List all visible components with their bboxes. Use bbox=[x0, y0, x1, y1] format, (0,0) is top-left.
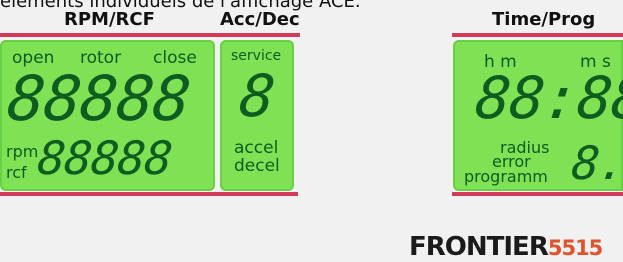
prog-readout: 8.8 bbox=[569, 136, 623, 190]
label-rpm: rpm bbox=[6, 142, 39, 161]
acc-dec-digit: 8 bbox=[236, 62, 278, 130]
logo-brand: FRONTIER bbox=[409, 232, 549, 262]
time-readout: 88:88 bbox=[472, 64, 623, 132]
accent-bar-right-top bbox=[452, 33, 623, 37]
accent-bar-left-bottom bbox=[0, 192, 298, 196]
header-rpm-rcf: RPM/RCF bbox=[64, 9, 155, 30]
label-accel: accel bbox=[234, 138, 279, 158]
logo-model: 5515 bbox=[547, 236, 603, 260]
frontier-5515-logo: FRONTIER5515 bbox=[409, 232, 603, 262]
accent-bar-left-top bbox=[0, 33, 300, 37]
label-rcf: rcf bbox=[6, 163, 27, 182]
label-programm: programm bbox=[464, 167, 548, 186]
accent-bar-right-bottom bbox=[452, 192, 623, 196]
rpm-readout-top: 88888 bbox=[4, 62, 194, 135]
header-time-prog: Time/Prog bbox=[492, 9, 596, 30]
rcf-readout-bottom: 88888 bbox=[35, 131, 175, 185]
header-acc-dec: Acc/Dec bbox=[220, 9, 300, 30]
label-decel: decel bbox=[234, 156, 280, 176]
